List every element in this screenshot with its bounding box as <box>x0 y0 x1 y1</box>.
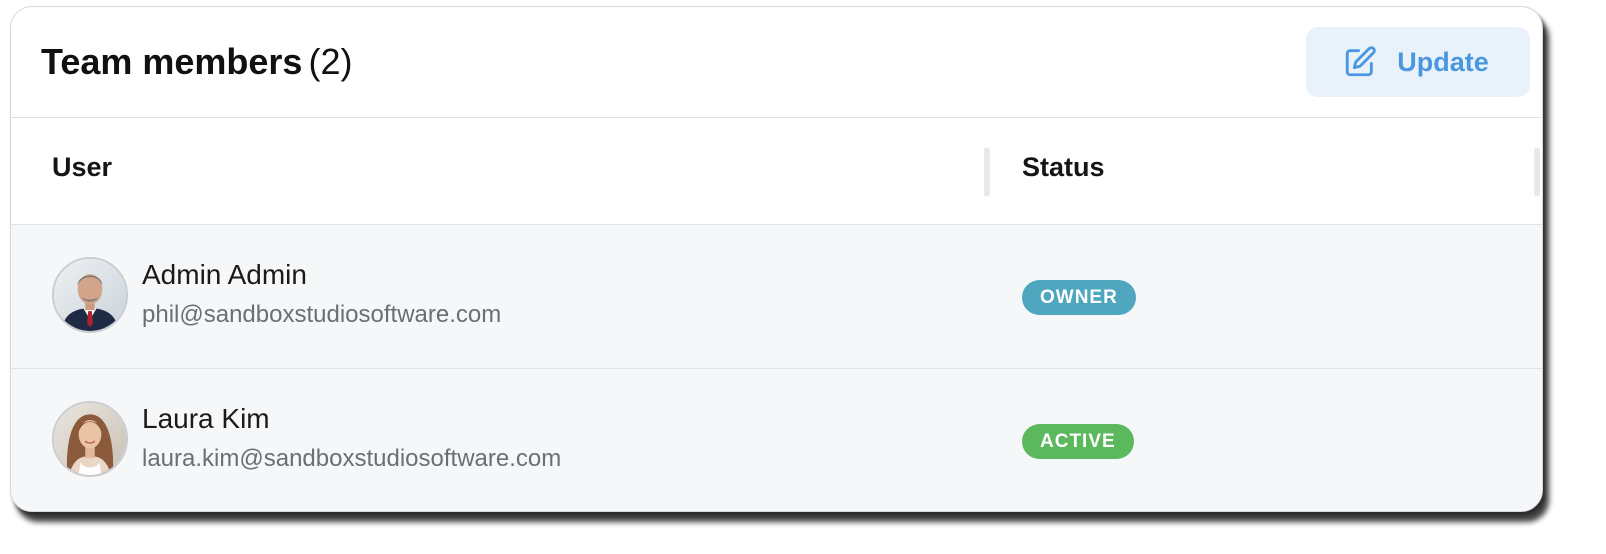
column-header-user[interactable]: User <box>52 152 112 183</box>
edit-icon <box>1343 45 1377 79</box>
card-header: Team members (2) Update <box>11 7 1542 118</box>
user-email: phil@sandboxstudiosoftware.com <box>142 301 502 328</box>
page: Team members (2) Update User Status Admi… <box>0 0 1606 554</box>
member-count: (2) <box>308 41 353 82</box>
user-name: Laura Kim <box>142 403 270 434</box>
update-button-label: Update <box>1397 46 1489 77</box>
table-row[interactable]: Admin Admin phil@sandboxstudiosoftware.c… <box>11 225 1542 369</box>
status-badge: ACTIVE <box>1022 424 1134 459</box>
update-button[interactable]: Update <box>1306 27 1530 97</box>
page-title: Team members (2) <box>41 41 352 83</box>
user-email: laura.kim@sandboxstudiosoftware.com <box>142 445 562 472</box>
avatar <box>52 401 128 477</box>
title-text: Team members <box>41 41 303 82</box>
column-resize-handle[interactable] <box>1534 148 1540 196</box>
user-name: Admin Admin <box>142 259 307 290</box>
status-badge: OWNER <box>1022 280 1136 315</box>
table-header: User Status <box>11 118 1542 225</box>
team-members-card: Team members (2) Update User Status Admi… <box>10 6 1543 512</box>
column-header-status[interactable]: Status <box>1022 152 1105 183</box>
column-resize-handle[interactable] <box>984 148 990 196</box>
table-row[interactable]: Laura Kim laura.kim@sandboxstudiosoftwar… <box>11 369 1542 511</box>
avatar <box>52 257 128 333</box>
